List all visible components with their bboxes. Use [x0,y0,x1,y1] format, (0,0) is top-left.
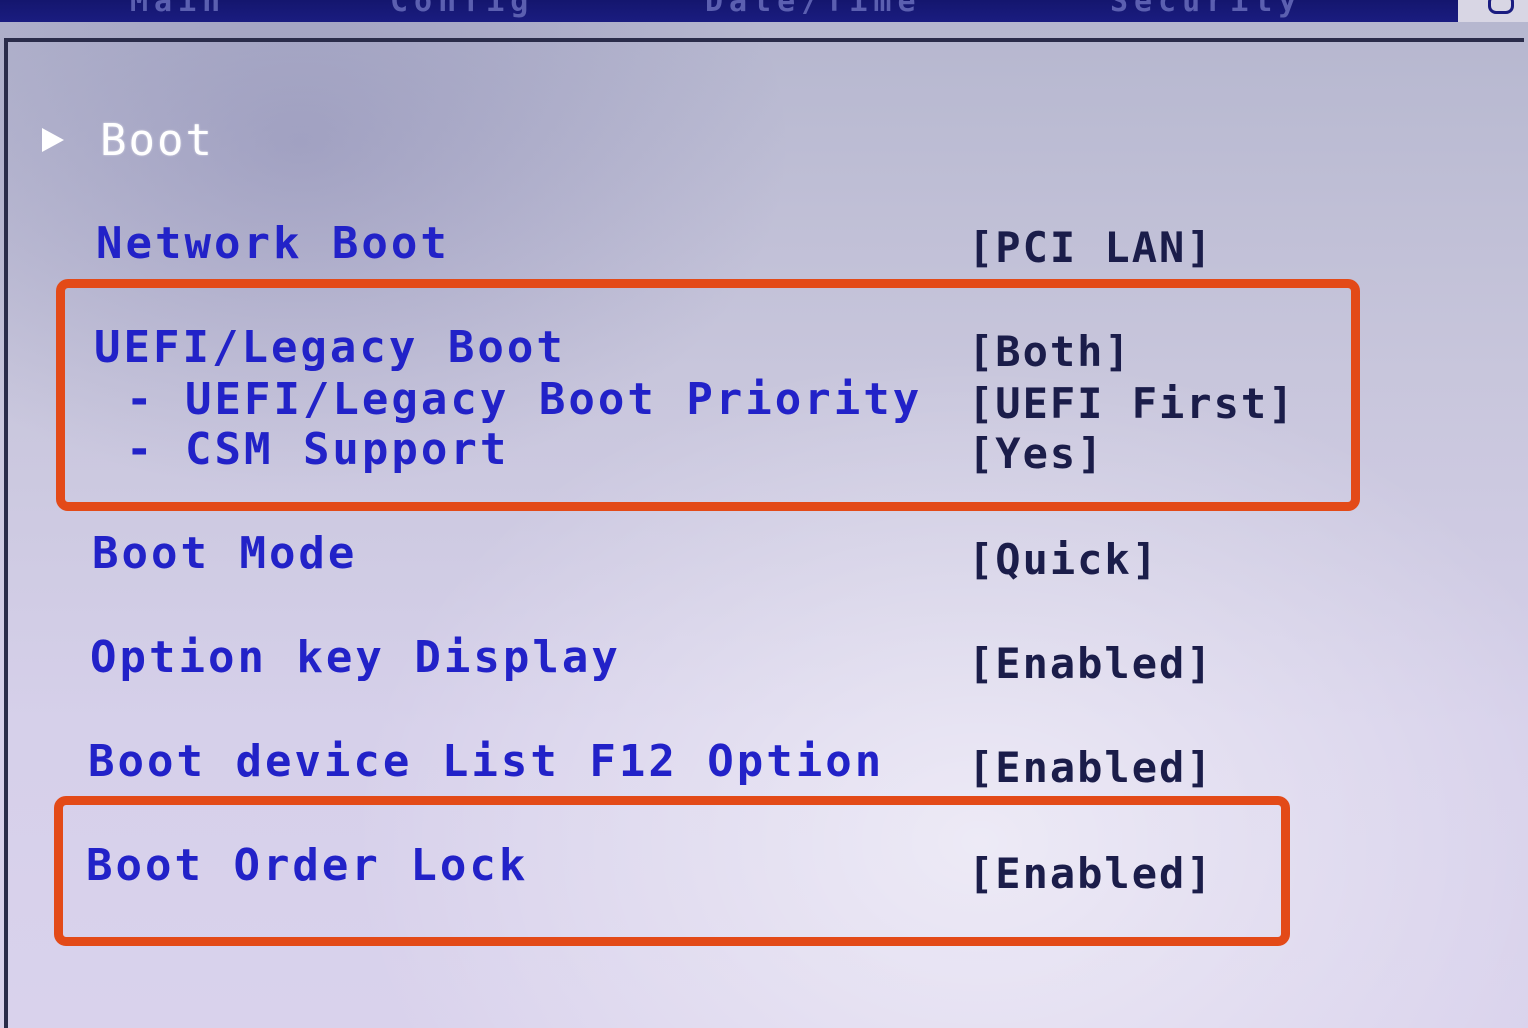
highlight-box-boot-order-lock [54,796,1290,946]
setting-label: Boot Mode [92,528,358,579]
highlight-box-uefi-group [56,279,1360,511]
tab-main[interactable]: Main [130,0,226,19]
bios-top-menu-bar: Main Config Date/Time Security [0,0,1528,22]
top-bar-right-edge [1458,0,1528,22]
setting-value[interactable]: [Enabled] [968,636,1214,692]
tab-config[interactable]: Config [390,0,534,19]
setting-row-option-key-display[interactable]: Option key Display [Enabled] [0,630,1528,688]
setting-label: Option key Display [90,632,621,683]
tab-security[interactable]: Security [1110,0,1303,19]
corner-mark-icon [1488,0,1514,14]
setting-row-boot-mode[interactable]: Boot Mode [Quick] [0,526,1528,584]
section-header[interactable]: Boot [42,112,214,168]
section-title: Boot [100,114,214,166]
setting-value[interactable]: [Enabled] [968,740,1214,796]
setting-row-network-boot[interactable]: Network Boot [PCI LAN] [0,216,1528,272]
triangle-right-icon [42,128,64,152]
tab-date-time[interactable]: Date/Time [705,0,922,19]
setting-value[interactable]: [PCI LAN] [968,220,1214,276]
setting-label: Boot device List F12 Option [88,736,885,787]
setting-row-boot-device-list-f12[interactable]: Boot device List F12 Option [Enabled] [0,734,1528,792]
setting-value[interactable]: [Quick] [968,532,1159,588]
setting-label: Network Boot [96,218,450,269]
